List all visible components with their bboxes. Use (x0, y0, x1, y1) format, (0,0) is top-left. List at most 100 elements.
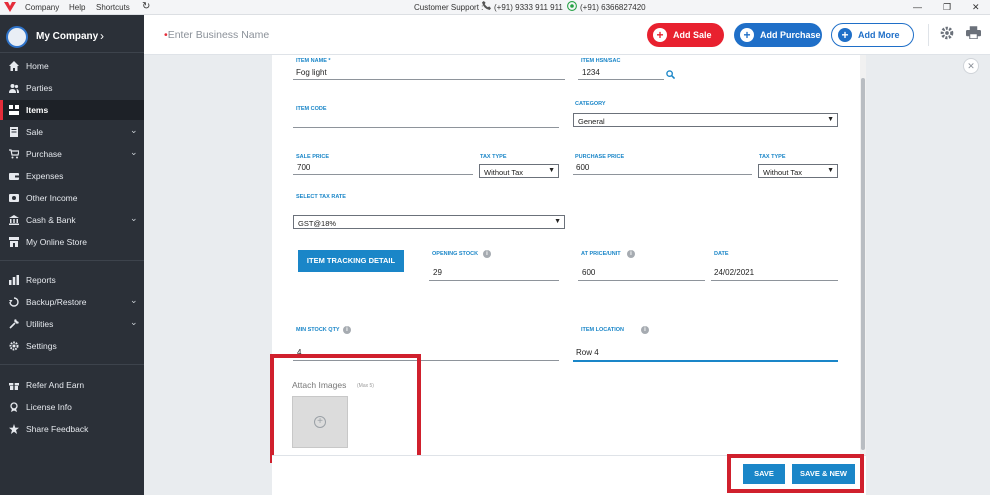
sidebar-item-license[interactable]: License Info (0, 397, 144, 417)
sidebar-item-expenses[interactable]: Expenses (0, 166, 144, 186)
menu-company[interactable]: Company (25, 3, 59, 12)
sidebar-item-sale[interactable]: Sale ⌄ (0, 122, 144, 142)
company-name: My Company (36, 31, 99, 42)
sidebar-item-online-store[interactable]: My Online Store (0, 232, 144, 252)
sale-price-input[interactable]: 700 (297, 163, 310, 172)
chevron-down-icon: ⌄ (130, 125, 138, 135)
date-input[interactable]: 24/02/2021 (714, 268, 754, 277)
sidebar-item-feedback[interactable]: Share Feedback (0, 419, 144, 439)
highlight-box-attach (270, 354, 421, 463)
purchase-price-label: PURCHASE PRICE (575, 154, 625, 160)
price-unit-input[interactable]: 600 (582, 268, 595, 277)
min-stock-label: MIN STOCK QTY (296, 327, 340, 333)
item-tracking-detail-button[interactable]: ITEM TRACKING DETAIL (298, 250, 404, 272)
phone-icon (482, 1, 491, 12)
sidebar-divider (0, 364, 144, 365)
item-code-label: ITEM CODE (296, 106, 327, 112)
sale-tax-type-select[interactable]: Without Tax ▼ (479, 164, 559, 178)
sidebar-item-purchase[interactable]: Purchase ⌄ (0, 144, 144, 164)
chevron-down-icon: ⌄ (130, 295, 138, 305)
chevron-down-icon: ⌄ (130, 147, 138, 157)
company-avatar (6, 26, 28, 48)
sidebar-item-label: Share Feedback (26, 424, 89, 434)
item-name-underline (293, 79, 565, 80)
purchase-tax-type-select[interactable]: Without Tax ▼ (758, 164, 838, 178)
sidebar-item-refer[interactable]: Refer And Earn (0, 375, 144, 395)
support-phone[interactable]: (+91) 9333 911 911 (494, 3, 563, 12)
item-name-label: ITEM NAME * (296, 58, 331, 64)
sale-price-label: SALE PRICE (296, 154, 330, 160)
chevron-down-icon: ⌄ (130, 317, 138, 327)
sidebar-item-other-income[interactable]: Other Income (0, 188, 144, 208)
chevron-down-icon: ⌄ (130, 213, 138, 223)
minimize-icon[interactable]: — (913, 2, 922, 12)
close-form-icon[interactable]: ✕ (963, 58, 979, 74)
add-sale-label: Add Sale (673, 30, 712, 40)
business-name-placeholder: Enter Business Name (167, 29, 270, 41)
sidebar-item-settings[interactable]: Settings (0, 336, 144, 356)
info-icon[interactable]: i (641, 326, 649, 334)
gear-icon (9, 341, 19, 351)
sale-tax-type-value: Without Tax (484, 168, 524, 177)
whatsapp-icon (567, 1, 577, 13)
home-icon (9, 61, 19, 71)
purchase-price-input[interactable]: 600 (576, 163, 589, 172)
sidebar: My Company › Home Parties Items Sale ⌄ P… (0, 15, 144, 495)
expenses-icon (9, 173, 19, 180)
search-icon[interactable] (666, 66, 676, 84)
settings-gear-icon[interactable] (940, 26, 954, 43)
item-location-input[interactable]: Row 4 (576, 348, 599, 357)
tax-rate-label: SELECT TAX RATE (296, 194, 346, 200)
company-switcher[interactable]: My Company › (0, 19, 144, 53)
sidebar-item-cash-bank[interactable]: Cash & Bank ⌄ (0, 210, 144, 230)
menu-help[interactable]: Help (69, 3, 85, 12)
add-more-button[interactable]: + Add More (831, 23, 914, 47)
info-icon[interactable]: i (343, 326, 351, 334)
refresh-icon[interactable]: ↻ (142, 1, 150, 12)
add-purchase-button[interactable]: + Add Purchase (734, 23, 822, 47)
close-window-icon[interactable]: ✕ (972, 2, 980, 13)
backup-icon (9, 297, 19, 307)
purchase-tax-type-value: Without Tax (763, 168, 803, 177)
sidebar-item-items[interactable]: Items (0, 100, 144, 120)
sidebar-item-backup[interactable]: Backup/Restore ⌄ (0, 292, 144, 312)
info-icon[interactable]: i (627, 250, 635, 258)
menu-shortcuts[interactable]: Shortcuts (96, 3, 130, 12)
hsn-underline (578, 79, 664, 80)
opening-stock-input[interactable]: 29 (433, 268, 442, 277)
add-purchase-label: Add Purchase (760, 30, 821, 40)
plus-icon: + (740, 28, 754, 42)
info-icon[interactable]: i (483, 250, 491, 258)
category-select[interactable]: General ▼ (573, 113, 838, 127)
business-name-input[interactable]: •Enter Business Name (164, 29, 269, 41)
purchase-tax-type-label: TAX TYPE (759, 154, 786, 160)
hsn-input[interactable]: 1234 (582, 68, 600, 77)
tax-rate-select[interactable]: GST@18% ▼ (293, 215, 565, 229)
item-code-input[interactable] (293, 127, 559, 128)
sidebar-item-reports[interactable]: Reports (0, 270, 144, 290)
restore-icon[interactable]: ❐ (943, 2, 951, 13)
cart-icon (9, 149, 19, 159)
dropdown-arrow-icon: ▼ (827, 167, 834, 174)
sale-icon (10, 127, 18, 137)
highlight-box-save (727, 454, 864, 493)
bank-icon (9, 215, 19, 225)
sidebar-item-parties[interactable]: Parties (0, 78, 144, 98)
sidebar-item-utilities[interactable]: Utilities ⌄ (0, 314, 144, 334)
price-unit-label: AT PRICE/UNIT (581, 251, 621, 257)
income-icon (9, 194, 19, 202)
sidebar-item-home[interactable]: Home (0, 56, 144, 76)
date-label: DATE (714, 251, 729, 257)
hsn-label: ITEM HSN/SAC (581, 58, 621, 64)
sidebar-item-label: Utilities (26, 319, 54, 329)
tax-rate-value: GST@18% (298, 219, 337, 228)
add-sale-button[interactable]: + Add Sale (647, 23, 724, 47)
item-name-input[interactable]: Fog light (296, 68, 327, 77)
sidebar-item-label: Cash & Bank (26, 215, 76, 225)
support-whatsapp[interactable]: (+91) 6366827420 (580, 3, 646, 12)
sidebar-item-label: Refer And Earn (26, 380, 85, 390)
print-icon[interactable] (966, 26, 981, 42)
sale-price-underline (293, 174, 473, 175)
form-scrollbar-thumb[interactable] (861, 78, 865, 450)
top-header: •Enter Business Name + Add Sale + Add Pu… (144, 15, 990, 55)
